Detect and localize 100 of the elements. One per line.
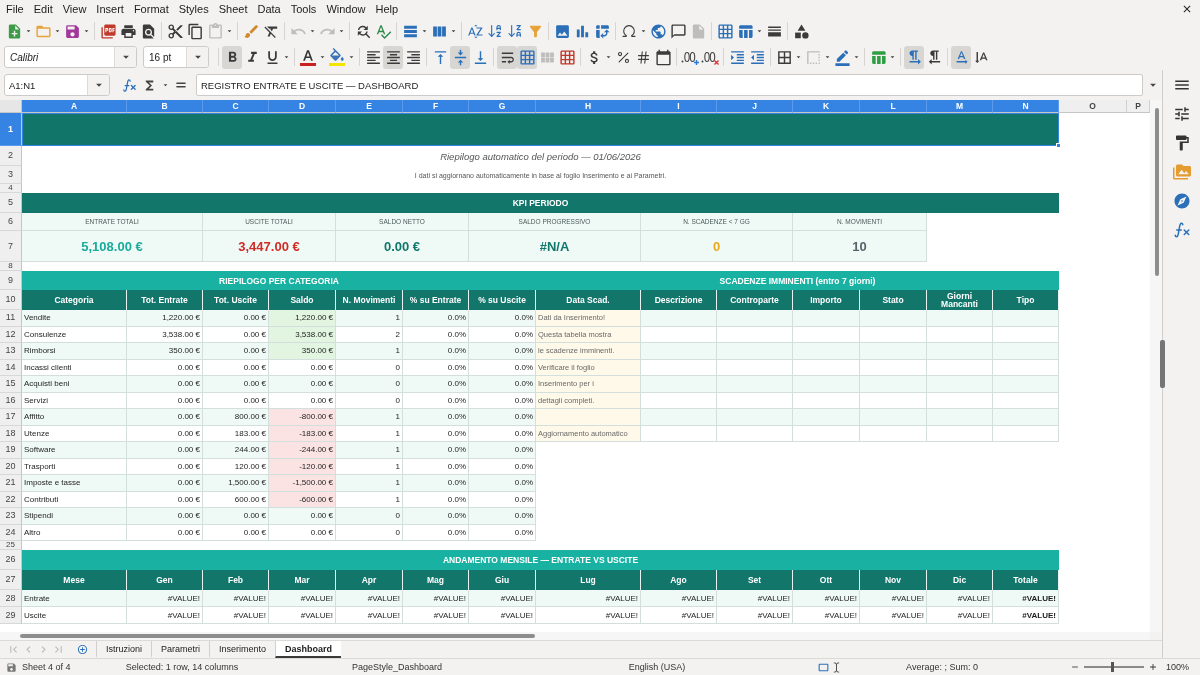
table-cell: #VALUE!: [203, 607, 269, 624]
column-header[interactable]: K: [793, 100, 860, 113]
speech-bubble-icon: [669, 22, 687, 40]
text-cursor-icon[interactable]: [831, 661, 842, 673]
column-header[interactable]: P: [1127, 100, 1150, 113]
menu-item[interactable]: Window: [321, 1, 371, 17]
kpi-value: 0.00 €: [336, 231, 469, 262]
wrap-text-button[interactable]: [497, 45, 517, 69]
column-header[interactable]: C: [203, 100, 269, 113]
row-header[interactable]: 1: [0, 113, 22, 146]
menu-item[interactable]: Data: [252, 1, 286, 17]
row-header[interactable]: 17: [0, 409, 22, 426]
menu-item[interactable]: File: [1, 1, 29, 17]
table-cell: 0.00 €: [203, 343, 269, 360]
row-header[interactable]: 4: [0, 184, 22, 193]
column-header[interactable]: G: [469, 100, 536, 113]
column-header[interactable]: J: [717, 100, 793, 113]
column-header[interactable]: F: [403, 100, 469, 113]
row-header[interactable]: 19: [0, 442, 22, 459]
align-left-icon: [364, 48, 382, 66]
column-header[interactable]: D: [269, 100, 336, 113]
row-header[interactable]: 6: [0, 213, 22, 231]
merge-center-button[interactable]: [517, 45, 537, 69]
table-cell: 0.00 €: [269, 508, 336, 525]
table-header: % su Uscite: [469, 290, 536, 310]
fill-handle[interactable]: [1056, 143, 1061, 148]
row-header[interactable]: 3: [0, 166, 22, 184]
function-icon: [1172, 221, 1191, 239]
row-header[interactable]: 9: [0, 271, 22, 290]
text-left-to-right-button[interactable]: [951, 45, 971, 69]
menu-item[interactable]: Sheet: [213, 1, 253, 17]
menu-item[interactable]: Format: [128, 1, 174, 17]
bold-button[interactable]: [222, 45, 242, 69]
align-center-button[interactable]: [383, 45, 403, 69]
sheet-tab[interactable]: Dashboard: [275, 641, 342, 658]
outdent-icon: [748, 48, 766, 66]
table-cell: #VALUE!: [469, 590, 536, 607]
row-header[interactable]: 23: [0, 508, 22, 525]
align-right-icon: [404, 48, 422, 66]
font-size-combobox[interactable]: 16 pt: [143, 46, 209, 68]
row-header[interactable]: 7: [0, 231, 22, 262]
zoom-slider-thumb[interactable]: [1111, 662, 1115, 672]
row-header[interactable]: 13: [0, 343, 22, 360]
sheet-tab[interactable]: Istruzioni: [96, 641, 151, 658]
table-header: Ago: [641, 570, 717, 590]
image-icon: [553, 22, 571, 40]
column-header[interactable]: M: [927, 100, 993, 113]
sheet-indicator: Sheet 4 of 4: [22, 662, 71, 672]
row-header[interactable]: 15: [0, 376, 22, 393]
table-cell: Entrate: [22, 590, 127, 607]
column-header[interactable]: A: [22, 100, 127, 113]
row-header[interactable]: 28: [0, 590, 22, 607]
column-header[interactable]: N: [993, 100, 1059, 113]
name-box[interactable]: A1:N1: [4, 74, 110, 96]
sidebar-resize-handle[interactable]: [1160, 340, 1165, 388]
formula-input-field[interactable]: REGISTRO ENTRATE E USCITE — DASHBOARD: [196, 74, 1143, 96]
zoom-percent[interactable]: 100%: [1166, 662, 1190, 672]
column-header[interactable]: L: [860, 100, 927, 113]
table-header: Apr: [336, 570, 403, 590]
row-header[interactable]: 11: [0, 310, 22, 327]
menu-item[interactable]: View: [57, 1, 92, 17]
row-header[interactable]: 26: [0, 550, 22, 570]
highlight-button[interactable]: [327, 45, 347, 69]
subtitle: Riepilogo automatico del periodo — 01/06/2026: [439, 149, 642, 164]
column-header[interactable]: E: [336, 100, 403, 113]
sheet-tab[interactable]: Parametri: [151, 641, 210, 658]
row-header[interactable]: 27: [0, 570, 22, 590]
menu-item[interactable]: Help: [370, 1, 404, 17]
table-header: Lug: [536, 570, 641, 590]
row-header[interactable]: 5: [0, 193, 22, 213]
scrollbar-thumb[interactable]: [1155, 108, 1159, 276]
scrollbar-thumb[interactable]: [20, 634, 535, 638]
column-header[interactable]: B: [127, 100, 203, 113]
table-cell: #VALUE!: [403, 607, 469, 624]
font-name-combobox[interactable]: Calibri: [4, 46, 137, 68]
table-header: % su Entrate: [403, 290, 469, 310]
menu-item[interactable]: Edit: [28, 1, 58, 17]
horizontal-scrollbar[interactable]: [0, 632, 1150, 640]
column-header[interactable]: I: [641, 100, 717, 113]
menu-item[interactable]: Tools: [285, 1, 322, 17]
align-middle-button[interactable]: [450, 45, 470, 69]
menu-item[interactable]: Insert: [91, 1, 129, 17]
left-to-right-button[interactable]: [904, 45, 924, 69]
pdf-file-icon: [99, 22, 117, 40]
language-status[interactable]: English (USA): [628, 662, 686, 672]
table-cell: #VALUE!: [927, 590, 993, 607]
row-header[interactable]: 21: [0, 475, 22, 492]
omega-icon: [621, 23, 637, 39]
vertical-scrollbar[interactable]: [1150, 100, 1162, 632]
table-header: Tot. Uscite: [203, 290, 269, 310]
row-header[interactable]: 2: [0, 146, 22, 166]
column-header[interactable]: H: [536, 100, 641, 113]
table-cell: 0: [336, 508, 403, 525]
column-header[interactable]: O: [1059, 100, 1127, 113]
row-header[interactable]: 10: [0, 290, 22, 310]
row-header[interactable]: 29: [0, 607, 22, 624]
menu-item[interactable]: Styles: [173, 1, 214, 17]
table-cell: #VALUE!: [717, 590, 793, 607]
page-style[interactable]: PageStyle_Dashboard: [351, 662, 443, 672]
table-header: Saldo: [269, 290, 336, 310]
